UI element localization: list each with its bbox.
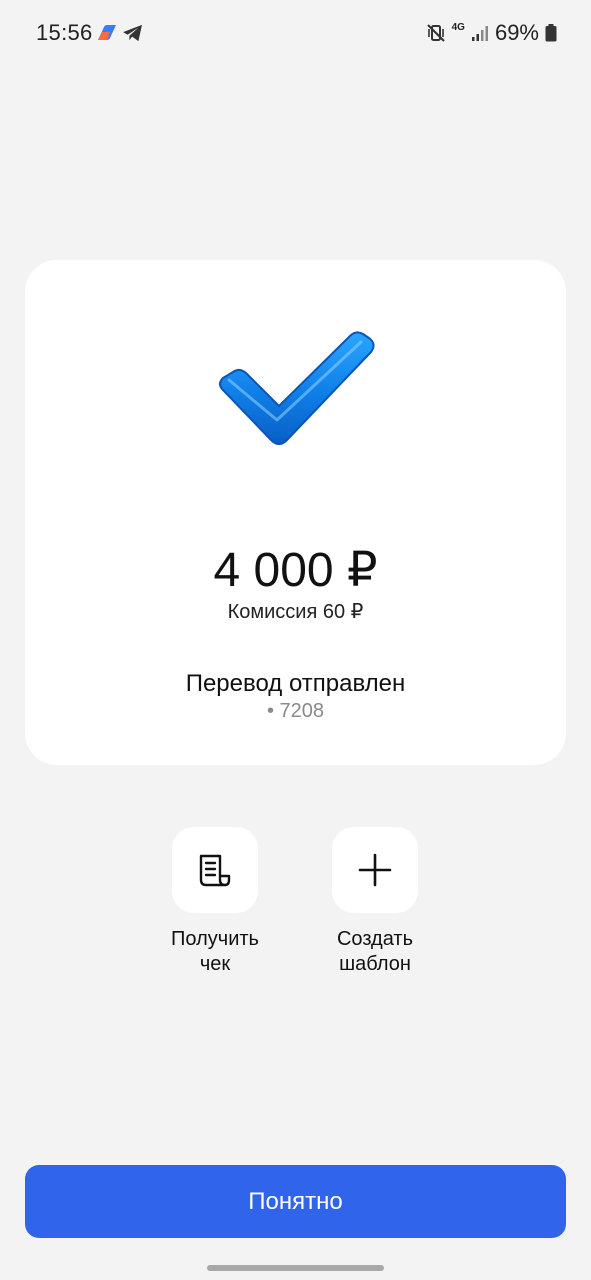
telegram-icon: [123, 24, 142, 42]
ok-button[interactable]: Понятно: [25, 1165, 566, 1238]
transfer-result-card: 4 000 ₽ Комиссия 60 ₽ Перевод отправлен …: [25, 260, 566, 765]
commission-text: Комиссия 60 ₽: [227, 601, 364, 623]
get-receipt-button[interactable]: Получить чек: [140, 827, 290, 977]
home-indicator[interactable]: [207, 1265, 384, 1271]
vibrate-mute-icon: [426, 24, 445, 42]
battery-percent: 69%: [494, 20, 539, 45]
app-logo-icon: [98, 25, 116, 40]
create-template-label: Создать шаблон: [336, 928, 413, 975]
network-type: 4G: [451, 22, 465, 33]
plus-icon: [358, 853, 392, 887]
checkmark-icon: [219, 331, 375, 445]
status-time: 15:56: [36, 20, 93, 45]
signal-icon: [471, 26, 488, 41]
status-bar: 15:56 4G 69%: [0, 0, 591, 66]
transfer-status-title: Перевод отправлен: [185, 670, 406, 697]
create-template-button[interactable]: Создать шаблон: [300, 827, 450, 977]
account-number: • 7208: [266, 700, 325, 722]
transfer-amount: 4 000 ₽: [213, 544, 378, 597]
create-template-icon-box[interactable]: [332, 827, 418, 913]
get-receipt-label: Получить чек: [171, 928, 259, 975]
battery-icon: [545, 24, 557, 42]
status-icons: 4G 69%: [426, 20, 557, 46]
receipt-icon: [199, 854, 231, 887]
get-receipt-icon-box[interactable]: [172, 827, 258, 913]
